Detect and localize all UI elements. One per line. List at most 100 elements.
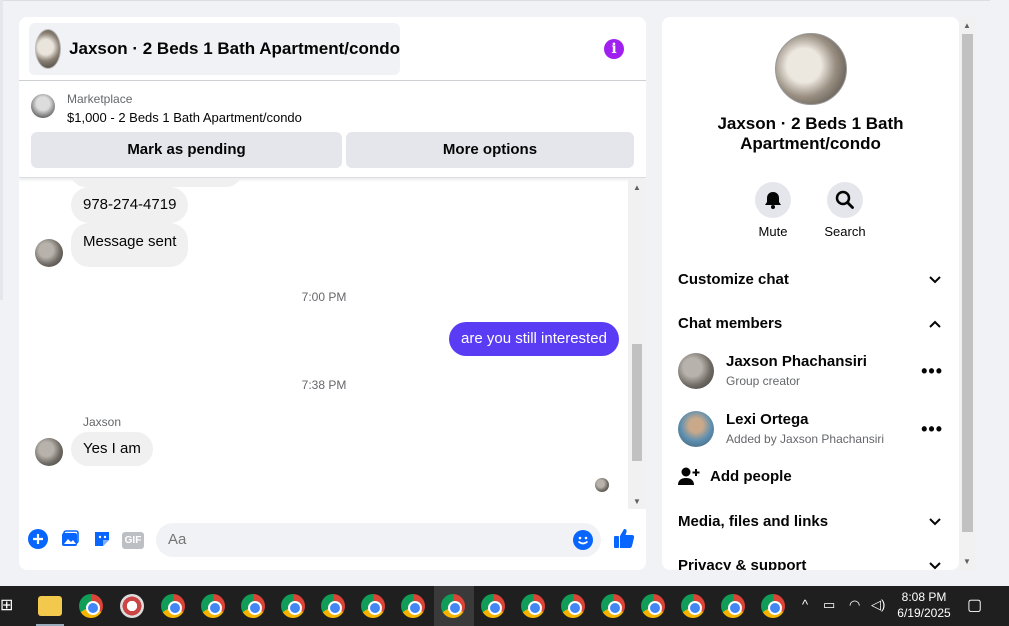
chat-title: Jaxson · 2 Beds 1 Bath Apartment/condo	[69, 39, 400, 58]
listing-avatar	[35, 29, 62, 69]
system-clock[interactable]: 8:08 PM 6/19/2025	[895, 589, 953, 621]
avatar[interactable]	[678, 353, 714, 389]
chrome-profile-icon[interactable]	[281, 594, 305, 618]
info-icon[interactable]: i	[604, 39, 624, 59]
chrome-profile-icon[interactable]	[561, 594, 585, 618]
clock-date: 6/19/2025	[897, 606, 951, 620]
outgoing-message-bubble[interactable]: are you still interested	[449, 322, 619, 356]
chrome-profile-icon[interactable]	[601, 594, 625, 618]
chrome-profile-icon[interactable]	[721, 594, 745, 618]
avatar[interactable]	[678, 411, 714, 447]
wifi-icon[interactable]: ◠	[849, 597, 860, 613]
member-row[interactable]: Jaxson Phachansiri Group creator •••	[678, 353, 943, 393]
chrome-profile-icon[interactable]	[521, 594, 545, 618]
sticker-icon[interactable]	[91, 529, 113, 551]
mute-action[interactable]: Mute	[743, 182, 803, 239]
chrome-profile-icon[interactable]	[241, 594, 265, 618]
battery-icon[interactable]: ▭	[823, 597, 835, 613]
emoji-icon[interactable]	[573, 530, 593, 550]
chrome-profile-icon[interactable]	[321, 594, 345, 618]
plus-icon[interactable]	[27, 529, 49, 551]
chevron-down-icon[interactable]	[929, 272, 941, 287]
chrome-profile-icon[interactable]	[361, 594, 385, 618]
customize-chat-section[interactable]: Customize chat	[678, 271, 943, 288]
more-icon[interactable]: •••	[921, 361, 943, 382]
profile-name: Jaxson · 2 Beds 1 Bath Apartment/condo	[717, 114, 904, 153]
marketplace-banner: Marketplace $1,000 - 2 Beds 1 Bath Apart…	[19, 82, 646, 178]
customize-chat-label: Customize chat	[678, 271, 789, 288]
listing-thumbnail[interactable]	[31, 94, 55, 118]
scrollbar-thumb[interactable]	[962, 34, 973, 532]
avatar[interactable]	[35, 438, 63, 466]
timestamp: 7:38 PM	[301, 378, 347, 392]
message-scrollbar[interactable]: ▲ ▼	[628, 179, 646, 509]
chrome-profile-icon[interactable]	[161, 594, 185, 618]
chevron-down-icon[interactable]	[929, 514, 941, 529]
chrome-profile-icon[interactable]	[201, 594, 225, 618]
bell-icon[interactable]	[755, 182, 791, 218]
notification-icon[interactable]: ▢	[967, 595, 982, 615]
chat-members-section[interactable]: Chat members	[678, 315, 943, 332]
chrome-profile-icon[interactable]	[761, 594, 785, 618]
media-files-section[interactable]: Media, files and links	[678, 513, 943, 530]
chrome-profile-icon[interactable]	[401, 594, 425, 618]
chrome-profile-icon[interactable]	[481, 594, 505, 618]
member-name: Jaxson Phachansiri	[726, 353, 867, 370]
scroll-up-icon[interactable]: ▲	[963, 21, 971, 30]
paint-icon[interactable]	[120, 594, 144, 618]
chevron-down-icon[interactable]	[929, 558, 941, 570]
left-edge	[0, 0, 3, 300]
volume-icon[interactable]: ◁)	[871, 597, 885, 613]
search-action[interactable]: Search	[815, 182, 875, 239]
info-panel-scrollbar[interactable]: ▲ ▼	[959, 17, 976, 570]
listing-price[interactable]: $1,000 - 2 Beds 1 Bath Apartment/condo	[67, 110, 302, 125]
message-input-wrapper[interactable]	[156, 523, 601, 557]
chrome-profile-icon[interactable]	[441, 594, 465, 618]
timestamp: 7:00 PM	[301, 290, 347, 304]
gif-icon[interactable]: GIF	[122, 532, 144, 549]
scroll-up-icon[interactable]: ▲	[633, 183, 641, 192]
window-top-border	[0, 0, 990, 1]
message-bubble-partial	[71, 179, 241, 187]
scroll-down-icon[interactable]: ▼	[963, 557, 971, 566]
chrome-profile-icon[interactable]	[681, 594, 705, 618]
privacy-support-label: Privacy & support	[678, 557, 807, 570]
search-label: Search	[824, 224, 866, 239]
search-icon[interactable]	[827, 182, 863, 218]
chevron-up-icon[interactable]: ^	[802, 597, 808, 612]
chevron-up-icon[interactable]	[929, 316, 941, 331]
task-view-icon[interactable]: ⊞	[0, 595, 13, 615]
windows-taskbar: ⊞ ^ ▭ ◠ ◁) 8:08 PM 6/19/2025 ▢	[0, 586, 1009, 626]
more-icon[interactable]: •••	[921, 419, 943, 440]
chat-panel: Jaxson · 2 Beds 1 Bath Apartment/condo i…	[19, 17, 646, 570]
message-bubble[interactable]: 978-274-4719	[71, 187, 189, 223]
chrome-icon[interactable]	[79, 594, 103, 618]
member-name: Lexi Ortega	[726, 411, 809, 428]
message-input[interactable]	[168, 531, 558, 548]
thumbs-up-icon[interactable]	[613, 527, 635, 549]
marketplace-label: Marketplace	[67, 92, 133, 106]
scrollbar-thumb[interactable]	[632, 344, 642, 461]
avatar[interactable]	[35, 239, 63, 267]
privacy-support-section[interactable]: Privacy & support	[678, 557, 943, 570]
photo-icon[interactable]	[59, 529, 81, 551]
member-role: Group creator	[726, 374, 801, 388]
seen-avatar	[595, 478, 609, 492]
media-files-label: Media, files and links	[678, 513, 829, 530]
chat-title-button[interactable]: Jaxson · 2 Beds 1 Bath Apartment/condo	[29, 23, 400, 75]
chat-info-panel: Jaxson · 2 Beds 1 Bath Apartment/condo M…	[662, 17, 959, 570]
chat-members-label: Chat members	[678, 315, 783, 332]
profile-avatar[interactable]	[775, 33, 847, 105]
scroll-down-icon[interactable]: ▼	[633, 497, 641, 506]
message-list: 978-274-4719 Message sent 7:00 PM are yo…	[19, 179, 629, 509]
file-explorer-icon[interactable]	[38, 596, 62, 616]
clock-time: 8:08 PM	[901, 590, 947, 604]
mute-label: Mute	[758, 224, 788, 239]
chrome-profile-icon[interactable]	[641, 594, 665, 618]
member-row[interactable]: Lexi Ortega Added by Jaxson Phachansiri …	[678, 411, 943, 451]
message-bubble[interactable]: Message sent	[71, 223, 189, 267]
mark-as-pending-button[interactable]: Mark as pending	[31, 132, 342, 168]
member-role: Added by Jaxson Phachansiri	[726, 432, 885, 446]
more-options-button[interactable]: More options	[346, 132, 634, 168]
message-bubble[interactable]: Yes I am	[71, 432, 153, 466]
